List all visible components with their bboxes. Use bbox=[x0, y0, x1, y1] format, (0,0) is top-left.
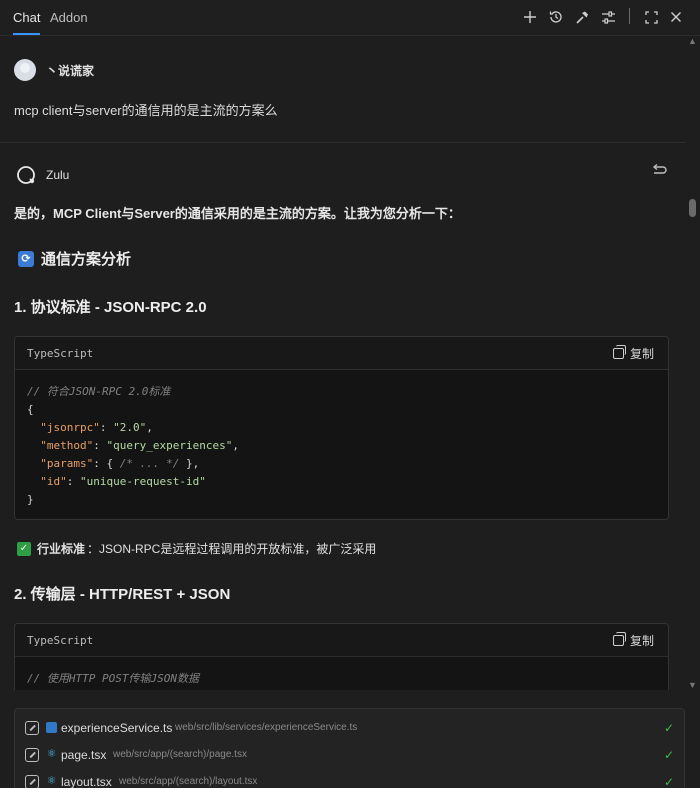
toolbar-separator bbox=[629, 8, 630, 24]
code-key: "jsonrpc" bbox=[40, 421, 100, 434]
heading-text: 通信方案分析 bbox=[41, 251, 132, 268]
code-brace: } bbox=[27, 493, 34, 506]
user-name: 丶说谎家 bbox=[46, 64, 95, 78]
code-key: "id" bbox=[40, 475, 67, 488]
react-file-icon: ⚛ bbox=[46, 775, 57, 787]
code-string: "unique-request-id" bbox=[80, 475, 206, 488]
code-language: TypeScript bbox=[27, 634, 94, 647]
check-mark-icon: ✓ bbox=[17, 541, 31, 556]
copy-button[interactable]: 复制 bbox=[612, 345, 654, 362]
user-message: mcp client与server的通信用的是主流的方案么 bbox=[14, 103, 278, 118]
check-icon: ✓ bbox=[664, 720, 675, 735]
assistant-name: Zulu bbox=[46, 168, 70, 182]
section-heading: ⟳ 通信方案分析 bbox=[18, 248, 131, 269]
settings-sliders-icon[interactable] bbox=[597, 6, 619, 28]
top-bar: Chat Addon bbox=[0, 0, 700, 36]
scroll-up-icon[interactable]: ▲ bbox=[688, 36, 697, 46]
copy-icon bbox=[612, 632, 626, 646]
history-icon[interactable] bbox=[545, 6, 567, 28]
close-icon[interactable] bbox=[665, 6, 687, 28]
code-key: "params" bbox=[40, 457, 94, 470]
edit-icon[interactable] bbox=[25, 747, 39, 762]
code-header: TypeScript 复制 bbox=[15, 624, 668, 657]
plus-icon[interactable] bbox=[519, 6, 541, 28]
code-key: "method" bbox=[40, 439, 94, 452]
content-fade bbox=[0, 690, 700, 708]
code-brace: { bbox=[27, 403, 34, 416]
code-brace: }, bbox=[179, 457, 200, 470]
tab-chat[interactable]: Chat bbox=[13, 10, 40, 25]
code-string: "query_experiences" bbox=[106, 439, 233, 452]
repeat-emoji-icon: ⟳ bbox=[18, 250, 34, 267]
code-content: // 符合JSON-RPC 2.0标准 { "jsonrpc": "2.0", … bbox=[27, 385, 239, 506]
edit-icon[interactable] bbox=[25, 774, 39, 788]
copy-icon bbox=[612, 345, 626, 359]
react-file-icon: ⚛ bbox=[46, 748, 57, 760]
typescript-file-icon bbox=[46, 722, 57, 733]
check-icon: ✓ bbox=[664, 747, 675, 762]
section2-title: 2. 传输层 - HTTP/REST + JSON bbox=[14, 586, 231, 603]
file-row[interactable]: experienceService.ts web/src/lib/service… bbox=[15, 714, 686, 741]
code-string: "2.0" bbox=[113, 421, 147, 434]
copy-label: 复制 bbox=[629, 634, 654, 648]
code-comment: // 使用HTTP POST传输JSON数据 bbox=[27, 672, 199, 685]
check-icon: ✓ bbox=[664, 774, 675, 788]
expand-icon[interactable] bbox=[640, 6, 662, 28]
code-brace: { bbox=[106, 457, 120, 470]
assistant-intro: 是的，MCP Client与Server的通信采用的是主流的方案。让我为您分析一… bbox=[14, 206, 461, 221]
code-header: TypeScript 复制 bbox=[15, 337, 668, 370]
code-comment: // 符合JSON-RPC 2.0标准 bbox=[27, 385, 171, 398]
file-row[interactable]: ⚛ page.tsx web/src/app/(search)/page.tsx… bbox=[15, 741, 686, 768]
edit-icon[interactable] bbox=[25, 720, 39, 735]
note-text: ：JSON-RPC是远程过程调用的开放标准，被广泛采用 bbox=[87, 542, 377, 556]
file-path: web/src/lib/services/experienceService.t… bbox=[175, 722, 358, 733]
section1-title: 1. 协议标准 - JSON-RPC 2.0 bbox=[14, 299, 207, 316]
tab-addon[interactable]: Addon bbox=[50, 10, 88, 25]
code-content: // 使用HTTP POST传输JSON数据 bbox=[15, 657, 668, 693]
code-block-1: TypeScript 复制 // 符合JSON-RPC 2.0标准 { "jso… bbox=[14, 336, 669, 520]
hammer-icon[interactable] bbox=[571, 6, 593, 28]
industry-standard-note: ✓ 行业标准 ：JSON-RPC是远程过程调用的开放标准，被广泛采用 bbox=[17, 540, 376, 557]
file-path: web/src/app/(search)/layout.tsx bbox=[119, 776, 258, 787]
file-row[interactable]: ⚛ layout.tsx web/src/app/(search)/layout… bbox=[15, 768, 686, 788]
message-divider bbox=[0, 142, 686, 143]
code-language: TypeScript bbox=[27, 347, 94, 360]
active-tab-indicator bbox=[13, 33, 40, 35]
scrollbar-thumb[interactable] bbox=[689, 199, 696, 217]
code-comment: /* ... */ bbox=[119, 457, 180, 470]
file-name[interactable]: experienceService.ts bbox=[61, 721, 172, 735]
undo-icon[interactable] bbox=[650, 163, 668, 181]
file-name[interactable]: page.tsx bbox=[61, 748, 106, 762]
file-path: web/src/app/(search)/page.tsx bbox=[113, 749, 247, 760]
copy-button[interactable]: 复制 bbox=[612, 632, 654, 649]
code-block-2: TypeScript 复制 // 使用HTTP POST传输JSON数据 bbox=[14, 623, 669, 693]
user-avatar bbox=[14, 59, 36, 81]
copy-label: 复制 bbox=[629, 347, 654, 361]
note-bold: 行业标准 bbox=[37, 542, 86, 556]
scroll-down-icon[interactable]: ▼ bbox=[688, 680, 697, 690]
zulu-logo-icon bbox=[17, 166, 35, 184]
file-name[interactable]: layout.tsx bbox=[61, 775, 112, 788]
changed-files-panel: experienceService.ts web/src/lib/service… bbox=[14, 708, 685, 788]
